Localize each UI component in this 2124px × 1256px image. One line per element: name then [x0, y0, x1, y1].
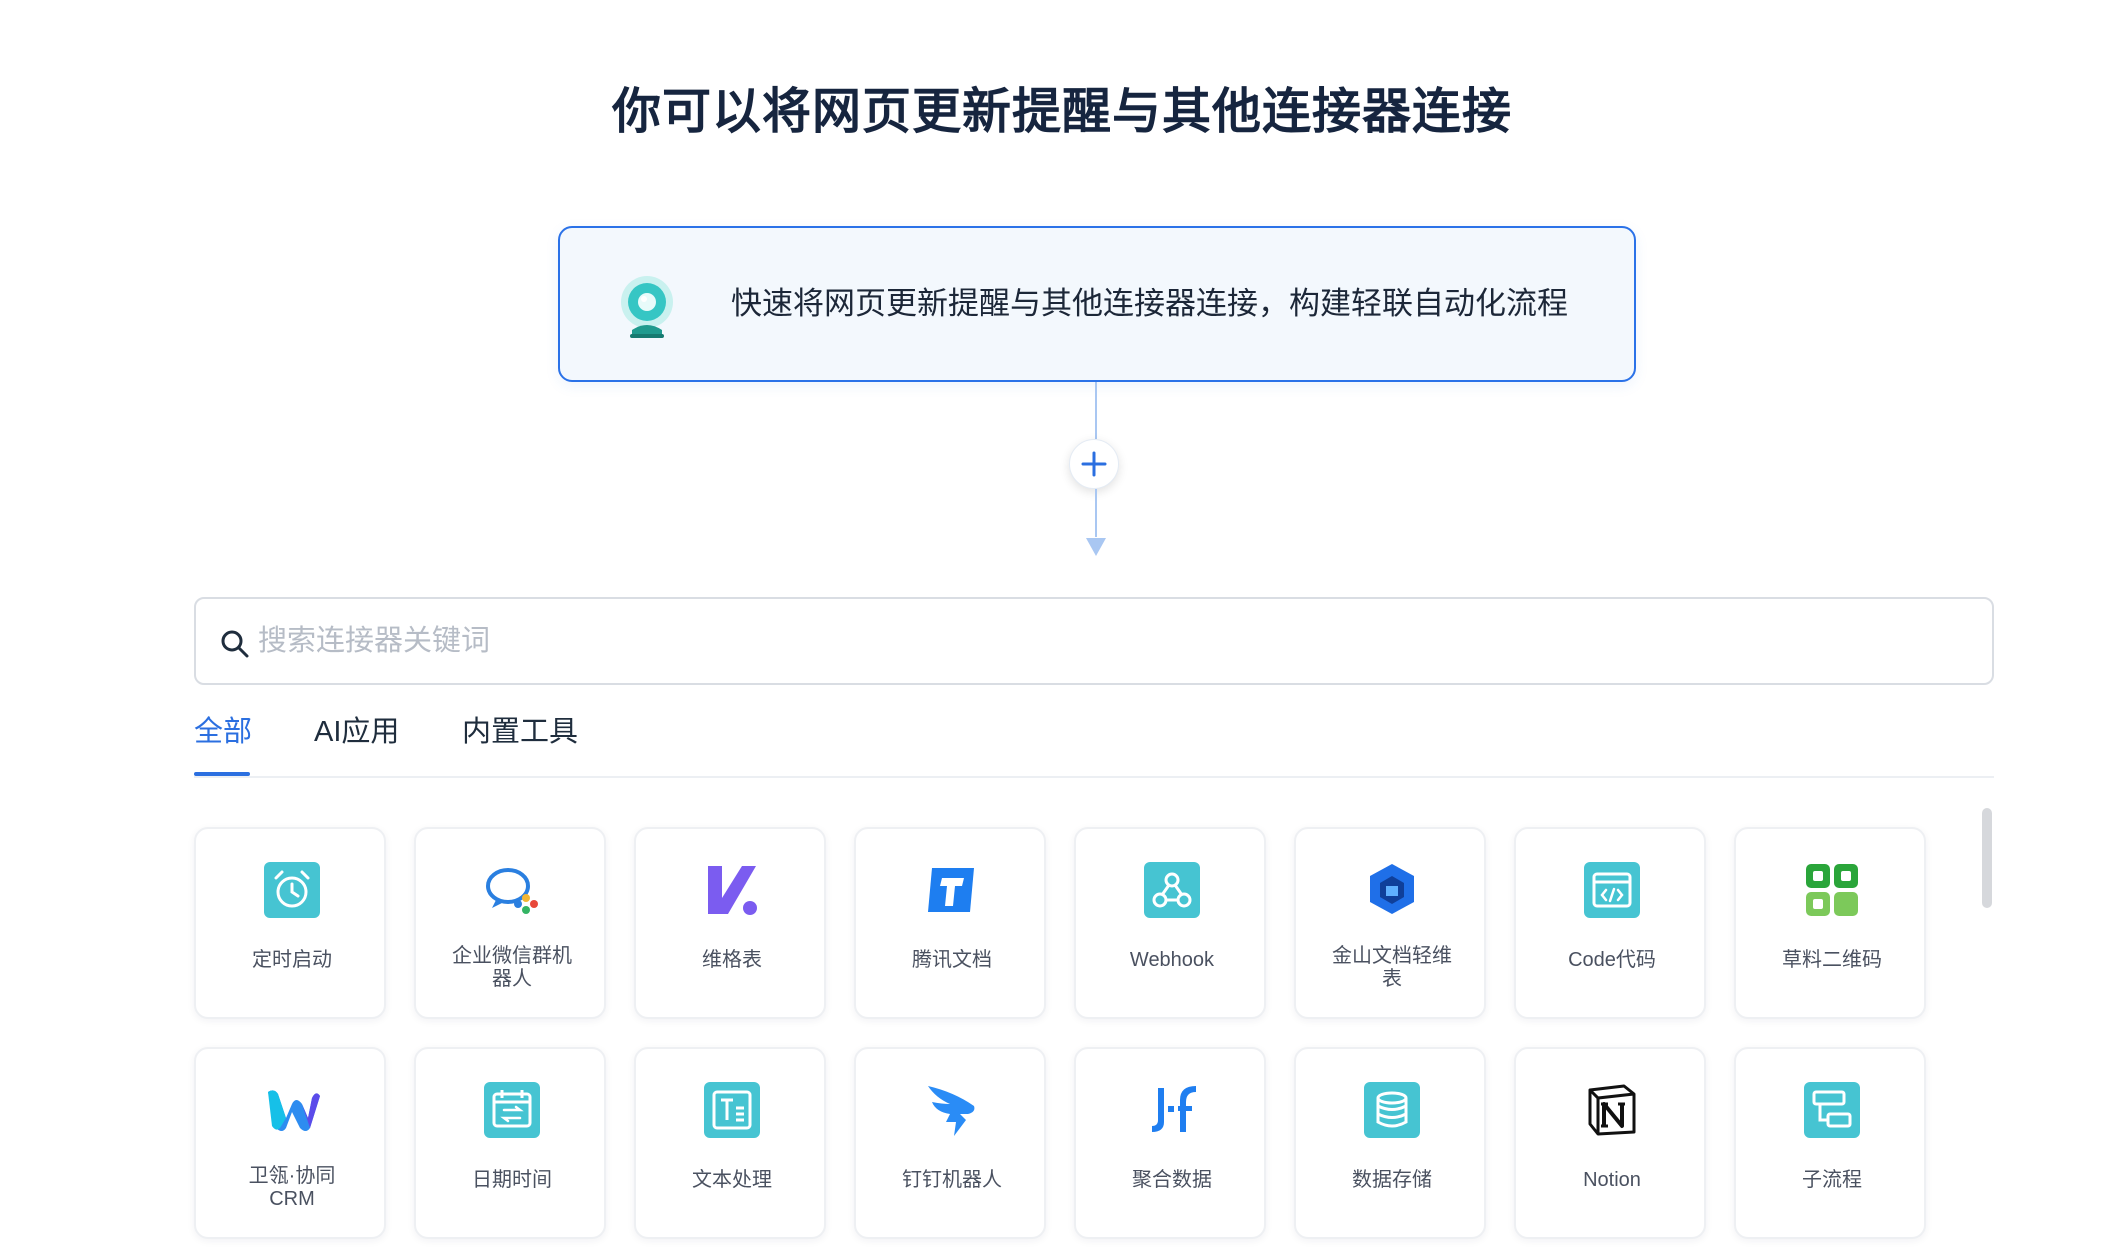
- calendar-icon: [484, 1082, 540, 1138]
- code-icon: [1584, 862, 1640, 918]
- connector-label: 文本处理: [692, 1169, 772, 1191]
- connector-tile[interactable]: 文本处理: [634, 1047, 826, 1239]
- text-icon: [704, 1082, 760, 1138]
- connector-label: 企业微信群机器人: [452, 945, 572, 990]
- webhook-icon: [1144, 862, 1200, 918]
- tab-all[interactable]: 全部: [194, 710, 252, 754]
- webcam-icon: [621, 276, 673, 338]
- connector-tile[interactable]: 草料二维码: [1734, 827, 1926, 1019]
- connector-tile[interactable]: Notion: [1514, 1047, 1706, 1239]
- connector-label: 草料二维码: [1782, 949, 1882, 971]
- database-icon: [1364, 1082, 1420, 1138]
- connector-label: 定时启动: [252, 949, 332, 971]
- kdocs-icon: [1370, 864, 1414, 914]
- connector-label: 卫瓴·协同CRM: [248, 1165, 336, 1210]
- connector-tile[interactable]: 维格表: [634, 827, 826, 1019]
- connector-label: 腾讯文档: [912, 949, 992, 971]
- category-tabs: 全部 AI应用 内置工具: [194, 710, 1994, 778]
- search-input[interactable]: [258, 599, 1958, 683]
- tab-ai-apps[interactable]: AI应用: [314, 710, 399, 754]
- search-box[interactable]: [194, 597, 1994, 685]
- notion-icon: [1588, 1084, 1636, 1136]
- flow-connector-line: [1095, 489, 1097, 537]
- connector-tile[interactable]: 金山文档轻维表: [1294, 827, 1486, 1019]
- vika-icon: [708, 866, 757, 915]
- wecom-icon: [486, 868, 538, 914]
- add-step-button[interactable]: [1069, 439, 1119, 489]
- subflow-icon: [1804, 1082, 1860, 1138]
- connector-label: 金山文档轻维表: [1332, 945, 1452, 990]
- weiling-crm-icon: [268, 1090, 320, 1131]
- connector-label: Notion: [1583, 1169, 1641, 1191]
- connector-tile[interactable]: 钉钉机器人: [854, 1047, 1046, 1239]
- connector-label: 子流程: [1802, 1169, 1862, 1191]
- flow-connector-line: [1095, 382, 1097, 439]
- connector-tile[interactable]: 卫瓴·协同CRM: [194, 1047, 386, 1239]
- juhe-icon: [1152, 1086, 1196, 1132]
- connector-tile[interactable]: 数据存储: [1294, 1047, 1486, 1239]
- connector-label: 钉钉机器人: [902, 1169, 1002, 1191]
- tencent-docs-icon: [928, 868, 974, 912]
- scrollbar-thumb[interactable]: [1982, 808, 1992, 908]
- page-title: 你可以将网页更新提醒与其他连接器连接: [611, 85, 1512, 139]
- search-icon: [221, 630, 249, 658]
- plus-icon: [1081, 451, 1107, 477]
- connector-label: 聚合数据: [1132, 1169, 1212, 1191]
- connector-tile[interactable]: 腾讯文档: [854, 827, 1046, 1019]
- connector-label: 维格表: [702, 949, 762, 971]
- active-tab-indicator: [194, 772, 250, 776]
- connector-tile[interactable]: 定时启动: [194, 827, 386, 1019]
- connector-label: Code代码: [1568, 949, 1656, 971]
- alarm-clock-icon: [264, 862, 320, 918]
- dingtalk-icon: [928, 1086, 975, 1136]
- connector-label: 日期时间: [472, 1169, 552, 1191]
- tab-builtin-tools[interactable]: 内置工具: [462, 710, 578, 754]
- connector-tile[interactable]: 企业微信群机器人: [414, 827, 606, 1019]
- connector-tile[interactable]: 聚合数据: [1074, 1047, 1266, 1239]
- connector-tile[interactable]: Code代码: [1514, 827, 1706, 1019]
- connector-label: Webhook: [1129, 949, 1215, 971]
- qrcode-icon: [1806, 864, 1858, 916]
- trigger-card[interactable]: 快速将网页更新提醒与其他连接器连接，构建轻联自动化流程: [558, 226, 1636, 382]
- connector-label: 数据存储: [1352, 1169, 1432, 1191]
- trigger-description: 快速将网页更新提醒与其他连接器连接，构建轻联自动化流程: [731, 286, 1568, 321]
- connector-tile[interactable]: Webhook: [1074, 827, 1266, 1019]
- arrow-down-icon: [1086, 538, 1106, 556]
- connector-tile[interactable]: 日期时间: [414, 1047, 606, 1239]
- connector-tile[interactable]: 子流程: [1734, 1047, 1926, 1239]
